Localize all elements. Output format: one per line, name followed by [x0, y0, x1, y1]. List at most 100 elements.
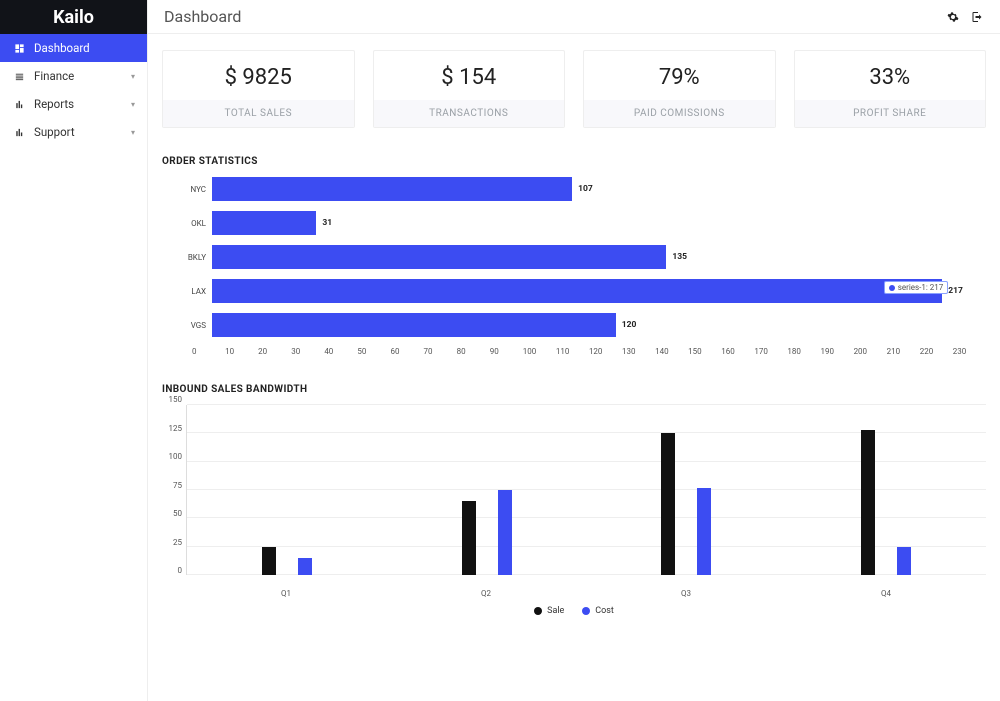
support-icon: [12, 127, 26, 138]
sidebar-menu: DashboardFinance▾Reports▾Support▾: [0, 34, 147, 146]
vbar-sale: [262, 547, 276, 575]
legend-label-sale: Sale: [547, 606, 564, 616]
content: $ 9825TOTAL SALES$ 154TRANSACTIONS79%PAI…: [148, 34, 1000, 626]
xaxis-tick: 160: [721, 347, 754, 356]
xaxis-tick: 210: [887, 347, 920, 356]
xaxis-tick: 120: [589, 347, 622, 356]
xaxis-tick: 190: [820, 347, 853, 356]
main: Dashboard $ 9825TOTAL SALES$ 154TRANSACT…: [148, 0, 1000, 701]
xaxis-tick: 90: [490, 347, 523, 356]
hbar: [212, 245, 666, 269]
inbound-legend: Sale Cost: [162, 606, 986, 616]
stat-value: $ 9825: [163, 51, 354, 100]
finance-icon: [12, 71, 26, 82]
hbar-category: BKLY: [182, 253, 206, 262]
xaxis-tick: Q1: [186, 585, 386, 598]
yaxis-tick: 100: [162, 452, 182, 461]
yaxis-tick: 0: [162, 566, 182, 575]
xaxis-tick: 220: [920, 347, 953, 356]
legend-sale: Sale: [534, 606, 564, 616]
chevron-down-icon: ▾: [131, 100, 135, 109]
sidebar-item-label: Support: [34, 125, 131, 139]
xaxis-tick: 230: [953, 347, 986, 356]
tooltip-dot-icon: [889, 285, 895, 291]
hbar-track: 107: [212, 177, 986, 201]
vbar-group: [187, 405, 387, 575]
hbar-value: 31: [322, 218, 332, 228]
xaxis-tick: 130: [622, 347, 655, 356]
stat-card: 79%PAID COMISSIONS: [583, 50, 776, 128]
stat-card: 33%PROFIT SHARE: [794, 50, 987, 128]
sidebar-item-dashboard[interactable]: Dashboard: [0, 34, 147, 62]
sidebar-item-support[interactable]: Support▾: [0, 118, 147, 146]
stat-cards: $ 9825TOTAL SALES$ 154TRANSACTIONS79%PAI…: [162, 50, 986, 128]
xaxis-tick: 30: [291, 347, 324, 356]
order-statistics-xaxis: 0102030405060708090100110120130140150160…: [192, 347, 986, 356]
hbar-row: OKL 31: [182, 211, 986, 235]
vbar-group: [387, 405, 587, 575]
stat-value: 33%: [795, 51, 986, 100]
topbar: Dashboard: [148, 0, 1000, 34]
stat-label: TOTAL SALES: [163, 100, 354, 127]
hbar-category: VGS: [182, 321, 206, 330]
vbar-group: [587, 405, 787, 575]
xaxis-tick: 0: [192, 347, 225, 356]
stat-card: $ 9825TOTAL SALES: [162, 50, 355, 128]
xaxis-tick: 100: [523, 347, 556, 356]
stat-card: $ 154TRANSACTIONS: [373, 50, 566, 128]
xaxis-tick: Q2: [386, 585, 586, 598]
yaxis-tick: 75: [162, 481, 182, 490]
sidebar-item-reports[interactable]: Reports▾: [0, 90, 147, 118]
xaxis-tick: Q4: [786, 585, 986, 598]
legend-swatch-cost: [582, 607, 590, 615]
xaxis-tick: 150: [688, 347, 721, 356]
xaxis-tick: 40: [324, 347, 357, 356]
hbar-track: 31: [212, 211, 986, 235]
xaxis-tick: 170: [754, 347, 787, 356]
xaxis-tick: 60: [390, 347, 423, 356]
hbar-category: OKL: [182, 219, 206, 228]
chart-tooltip: series-1: 217: [884, 281, 949, 294]
yaxis-tick: 50: [162, 509, 182, 518]
vbar-cost: [897, 547, 911, 575]
xaxis-tick: 200: [854, 347, 887, 356]
page-title: Dashboard: [164, 7, 946, 26]
hbar: [212, 313, 616, 337]
hbar: [212, 177, 572, 201]
xaxis-tick: 80: [457, 347, 490, 356]
hbar-category: NYC: [182, 185, 206, 194]
vbar-group: [786, 405, 986, 575]
hbar-track: 120: [212, 313, 986, 337]
hbar-category: LAX: [182, 287, 206, 296]
yaxis-tick: 25: [162, 538, 182, 547]
inbound-plot: [186, 405, 986, 575]
settings-icon[interactable]: [946, 11, 960, 23]
inbound-xaxis: Q1Q2Q3Q4: [186, 585, 986, 598]
legend-label-cost: Cost: [595, 606, 614, 616]
legend-swatch-sale: [534, 607, 542, 615]
hbar-row: BKLY 135: [182, 245, 986, 269]
section-title-order-stats: ORDER STATISTICS: [162, 156, 986, 167]
vbar-sale: [861, 430, 875, 575]
yaxis-tick: 150: [162, 395, 182, 404]
hbar-track: 135: [212, 245, 986, 269]
xaxis-tick: 20: [258, 347, 291, 356]
xaxis-tick: 180: [787, 347, 820, 356]
hbar-value: 135: [672, 252, 687, 262]
hbar-value: 120: [622, 320, 637, 330]
xaxis-tick: 140: [655, 347, 688, 356]
inbound-yaxis: 1501251007550250: [162, 395, 186, 575]
stat-label: PROFIT SHARE: [795, 100, 986, 127]
legend-cost: Cost: [582, 606, 614, 616]
hbar: series-1: 217: [212, 279, 942, 303]
logout-icon[interactable]: [970, 11, 984, 23]
sidebar-item-finance[interactable]: Finance▾: [0, 62, 147, 90]
hbar-value: 107: [578, 184, 593, 194]
section-title-inbound: INBOUND SALES BANDWIDTH: [162, 384, 986, 395]
inbound-bars: [187, 405, 986, 575]
xaxis-tick: 110: [556, 347, 589, 356]
hbar-row: VGS 120: [182, 313, 986, 337]
stat-label: TRANSACTIONS: [374, 100, 565, 127]
stat-label: PAID COMISSIONS: [584, 100, 775, 127]
sidebar-item-label: Finance: [34, 69, 131, 83]
